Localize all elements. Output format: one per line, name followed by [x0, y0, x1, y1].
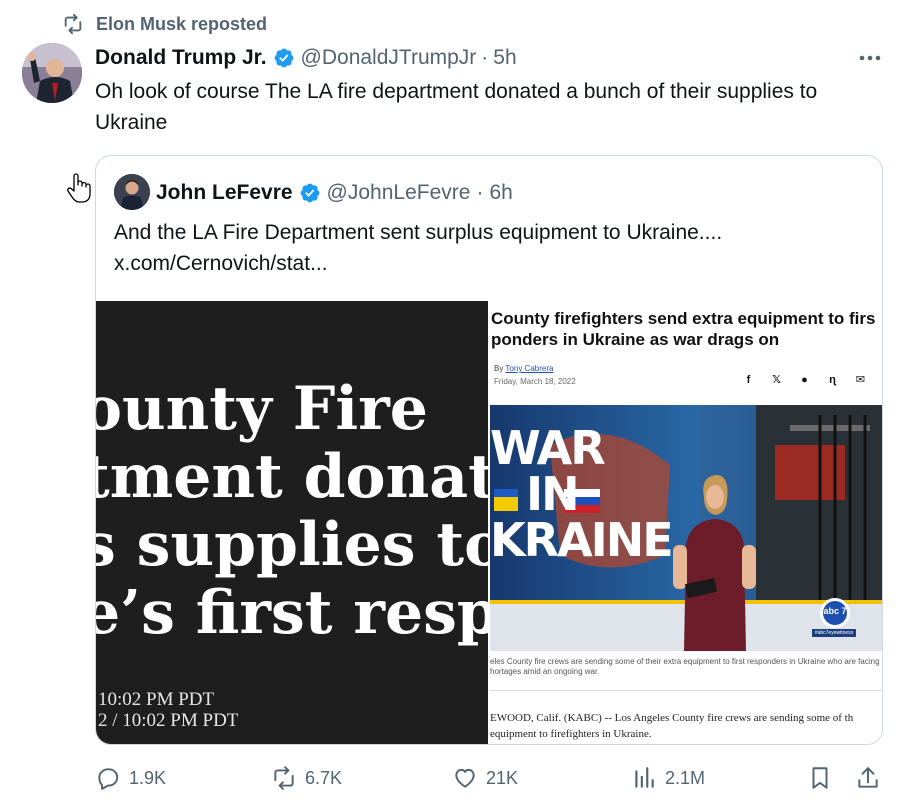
more-options-button[interactable]	[852, 46, 888, 70]
caption-line: hortages amid an ongoing war.	[490, 667, 600, 676]
share-icon	[858, 767, 878, 788]
media-image-right[interactable]: County firefighters send extra equipment…	[488, 301, 882, 744]
views-button[interactable]: 2.1M	[631, 760, 705, 796]
headline-line: tment donatin	[96, 442, 488, 512]
caption-line: eles County fire crews are sending some …	[490, 657, 880, 666]
repost-icon	[274, 766, 294, 790]
article-date: Friday, March 18, 2022	[494, 377, 576, 386]
more-icon	[859, 55, 881, 61]
quoted-avatar[interactable]	[114, 174, 150, 210]
views-icon	[635, 767, 654, 788]
reply-icon	[98, 768, 119, 790]
media-grid: ounty Fire tment donatin s supplies to e…	[96, 301, 882, 744]
post-text: Oh look of course The LA fire department…	[95, 80, 818, 134]
verified-badge-icon[interactable]	[273, 47, 295, 69]
separator-dot: ·	[476, 181, 484, 204]
channel-tag: #abc7eyewitness	[814, 630, 854, 636]
views-count: 2.1M	[665, 767, 706, 788]
reply-button[interactable]: 1.9K	[95, 760, 166, 796]
quoted-header: John LeFevre @JohnLeFevre · 6h	[156, 178, 513, 208]
repost-header[interactable]: Elon Musk reposted	[62, 12, 267, 36]
headline-line: e’s first respo	[96, 578, 488, 648]
repost-icon	[64, 13, 82, 35]
bookmark-button[interactable]	[807, 760, 841, 796]
repost-count: 6.7K	[305, 767, 343, 788]
avatar-image	[22, 43, 82, 103]
facebook-icon: f	[746, 373, 751, 386]
separator-dot: ·	[481, 46, 489, 69]
repost-text: Elon Musk reposted	[96, 13, 268, 34]
quoted-link[interactable]: x.com/Cernovich/stat...	[114, 248, 864, 279]
quoted-author-handle[interactable]: @JohnLeFevre	[327, 181, 471, 205]
video-word: KRAINE	[490, 513, 674, 567]
author-handle[interactable]: @DonaldJTrumpJr	[301, 46, 477, 70]
post-timestamp[interactable]: 5h	[493, 46, 516, 70]
author-name[interactable]: Donald Trump Jr.	[95, 46, 267, 70]
quoted-post[interactable]: John LeFevre @JohnLeFevre · 6h And the L…	[95, 155, 883, 745]
quoted-timestamp[interactable]: 6h	[489, 181, 512, 205]
quoted-author-name[interactable]: John LeFevre	[156, 181, 293, 205]
reddit-icon: ●	[801, 373, 808, 386]
repost-button[interactable]: 6.7K	[271, 760, 342, 796]
divider	[490, 690, 882, 691]
like-count: 21K	[486, 767, 519, 788]
media-image-left[interactable]: ounty Fire tment donatin s supplies to e…	[96, 301, 488, 744]
post-header: Donald Trump Jr. @DonaldJTrumpJr · 5h	[95, 44, 517, 72]
hand-pointer-cursor-icon	[67, 173, 91, 203]
share-icons: f 𝕏 ● ɳ ✉	[742, 373, 867, 387]
action-bar: 1.9K 6.7K 21K 2.1M	[95, 760, 885, 796]
channel-logo: abc 7	[823, 606, 847, 616]
headline-text: ounty Fire tment donatin s supplies to e…	[96, 375, 488, 647]
article-title: County firefighters send extra equipment…	[491, 308, 882, 350]
article-title-line: County firefighters send extra equipment…	[491, 309, 876, 328]
article-body: EWOOD, Calif. (KABC) -- Los Angeles Coun…	[490, 710, 882, 742]
x-icon: 𝕏	[772, 374, 781, 386]
timestamp-line: 2 / 10:02 PM PDT	[98, 710, 239, 731]
headline-line: ounty Fire	[96, 374, 428, 444]
quoted-text-line: And the LA Fire Department sent surplus …	[114, 221, 723, 244]
video-word: IN	[526, 467, 580, 521]
share-button[interactable]	[855, 760, 889, 796]
reply-count: 1.9K	[129, 767, 167, 788]
war-in-ukraine-graphic: WAR IN KRAINE	[490, 421, 674, 567]
article-title-line: ponders in Ukraine as war drags on	[491, 330, 780, 349]
article-byline: By Tony Cabrera	[494, 364, 553, 373]
bookmark-icon	[812, 767, 828, 789]
article-body-line: equipment to firefighters in Ukraine.	[490, 728, 652, 740]
heart-icon	[455, 768, 475, 788]
timestamp-text: 10:02 PM PDT 2 / 10:02 PM PDT	[98, 689, 238, 731]
byline-prefix: By	[494, 364, 504, 373]
quoted-text: And the LA Fire Department sent surplus …	[114, 217, 864, 279]
byline-author: Tony Cabrera	[505, 364, 554, 373]
verified-badge-icon[interactable]	[299, 182, 321, 204]
quoted-avatar-image	[114, 174, 150, 210]
video-word: WAR	[490, 421, 606, 475]
email-icon: ✉	[855, 374, 866, 386]
headline-line: s supplies to	[96, 510, 488, 580]
news-video-still: WAR IN KRAINE abc 7 #abc7eyewitness	[490, 405, 882, 651]
image-caption: eles County fire crews are sending some …	[490, 657, 882, 677]
article-body-line: EWOOD, Calif. (KABC) -- Los Angeles Coun…	[490, 712, 854, 724]
like-button[interactable]: 21K	[452, 760, 518, 796]
timestamp-line: 10:02 PM PDT	[98, 689, 215, 710]
nextdoor-icon: ɳ	[829, 373, 836, 386]
avatar[interactable]	[22, 43, 82, 103]
